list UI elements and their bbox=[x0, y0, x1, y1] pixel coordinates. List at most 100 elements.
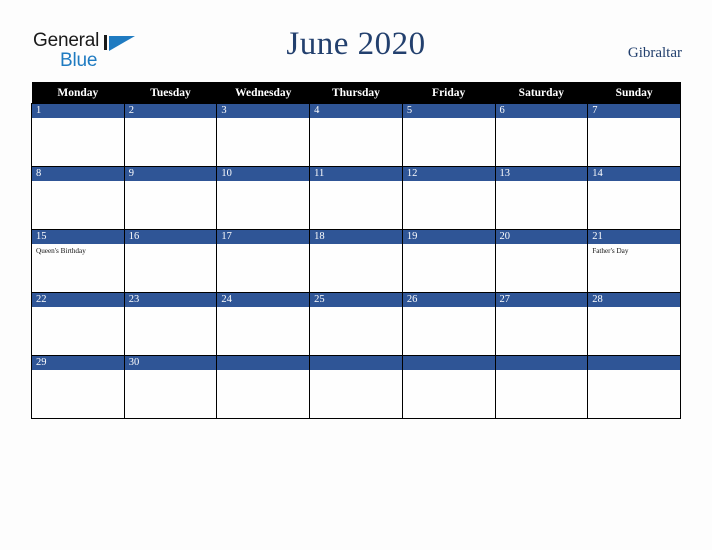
day-events: Father's Day bbox=[588, 244, 680, 256]
calendar-grid: Monday Tuesday Wednesday Thursday Friday… bbox=[31, 82, 681, 419]
day-events bbox=[125, 370, 217, 372]
calendar-day-cell[interactable] bbox=[401, 355, 496, 419]
day-number: 2 bbox=[124, 104, 217, 118]
calendar-day-cell[interactable]: 17 bbox=[216, 229, 311, 293]
weekday-header-thursday: Thursday bbox=[309, 82, 403, 104]
page-title: June 2020 bbox=[286, 26, 426, 62]
day-events bbox=[496, 118, 588, 120]
day-cell-content bbox=[495, 356, 588, 418]
calendar-day-cell[interactable]: 7 bbox=[587, 103, 681, 167]
calendar-day-cell[interactable]: 2 bbox=[123, 103, 218, 167]
calendar-day-cell[interactable]: 30 bbox=[123, 355, 218, 419]
calendar-day-cell[interactable] bbox=[587, 355, 681, 419]
day-events bbox=[32, 181, 124, 183]
calendar-day-cell[interactable]: 1 bbox=[31, 103, 125, 167]
day-cell-content bbox=[402, 356, 495, 418]
calendar-day-cell[interactable]: 16 bbox=[123, 229, 218, 293]
calendar-week-row: 29 30 bbox=[31, 355, 681, 419]
day-events bbox=[403, 181, 495, 183]
calendar-week-row: 15 Queen's Birthday 16 17 18 19 20 21 Father's D… bbox=[31, 229, 681, 293]
day-events bbox=[403, 307, 495, 309]
calendar-day-cell[interactable] bbox=[216, 355, 311, 419]
weekday-header-tuesday: Tuesday bbox=[124, 82, 217, 104]
day-cell-content: 29 bbox=[32, 356, 124, 418]
day-number: 9 bbox=[124, 167, 217, 181]
day-events bbox=[125, 244, 217, 246]
calendar-day-cell[interactable]: 27 bbox=[494, 292, 589, 356]
weekday-header-sunday: Sunday bbox=[587, 82, 681, 104]
day-number: 19 bbox=[402, 230, 495, 244]
calendar-day-cell[interactable]: 21 Father's Day bbox=[587, 229, 681, 293]
day-cell-content: 2 bbox=[124, 104, 217, 166]
calendar-day-cell[interactable]: 5 bbox=[401, 103, 496, 167]
day-events bbox=[32, 118, 124, 120]
calendar-day-cell[interactable]: 9 bbox=[123, 166, 218, 230]
calendar-week-row: 8 9 10 11 12 13 14 bbox=[31, 166, 681, 230]
day-number: 27 bbox=[495, 293, 588, 307]
calendar-day-cell[interactable]: 12 bbox=[401, 166, 496, 230]
day-number: 11 bbox=[310, 167, 402, 181]
calendar-day-cell[interactable]: 20 bbox=[494, 229, 589, 293]
day-events bbox=[125, 307, 217, 309]
day-number: 3 bbox=[217, 104, 310, 118]
day-cell-content: 21 Father's Day bbox=[588, 230, 680, 292]
calendar-day-cell[interactable]: 29 bbox=[31, 355, 125, 419]
calendar-day-cell[interactable]: 14 bbox=[587, 166, 681, 230]
day-events bbox=[217, 307, 309, 309]
calendar-day-cell[interactable]: 13 bbox=[494, 166, 589, 230]
day-cell-content: 17 bbox=[217, 230, 310, 292]
calendar-day-cell[interactable]: 10 bbox=[216, 166, 311, 230]
day-cell-content: 14 bbox=[588, 167, 680, 229]
calendar-day-cell[interactable] bbox=[309, 355, 403, 419]
calendar-day-cell[interactable]: 6 bbox=[494, 103, 589, 167]
day-number: 28 bbox=[588, 293, 680, 307]
day-number: 20 bbox=[495, 230, 588, 244]
day-number: 15 bbox=[32, 230, 124, 244]
calendar-day-cell[interactable]: 3 bbox=[216, 103, 311, 167]
calendar-day-cell[interactable]: 25 bbox=[309, 292, 403, 356]
calendar-day-cell[interactable]: 28 bbox=[587, 292, 681, 356]
day-cell-content: 26 bbox=[402, 293, 495, 355]
day-events bbox=[403, 244, 495, 246]
day-number: 29 bbox=[32, 356, 124, 370]
day-number bbox=[402, 356, 495, 370]
day-events bbox=[588, 181, 680, 183]
day-cell-content: 5 bbox=[402, 104, 495, 166]
day-events: Queen's Birthday bbox=[32, 244, 124, 256]
day-number bbox=[588, 356, 680, 370]
day-cell-content bbox=[310, 356, 402, 418]
day-number: 10 bbox=[217, 167, 310, 181]
day-cell-content: 25 bbox=[310, 293, 402, 355]
day-cell-content: 6 bbox=[495, 104, 588, 166]
day-cell-content: 22 bbox=[32, 293, 124, 355]
day-number: 6 bbox=[495, 104, 588, 118]
day-number: 22 bbox=[32, 293, 124, 307]
day-number: 26 bbox=[402, 293, 495, 307]
calendar-day-cell[interactable]: 4 bbox=[309, 103, 403, 167]
country-label: Gibraltar bbox=[627, 45, 682, 61]
day-number: 1 bbox=[32, 104, 124, 118]
day-cell-content: 10 bbox=[217, 167, 310, 229]
calendar-day-cell[interactable]: 18 bbox=[309, 229, 403, 293]
holiday-event-label: Queen's Birthday bbox=[36, 247, 86, 255]
day-cell-content: 13 bbox=[495, 167, 588, 229]
day-events bbox=[32, 307, 124, 309]
day-number: 13 bbox=[495, 167, 588, 181]
calendar-day-cell[interactable]: 11 bbox=[309, 166, 403, 230]
day-events bbox=[496, 307, 588, 309]
calendar-day-cell[interactable]: 15 Queen's Birthday bbox=[31, 229, 125, 293]
day-cell-content: 27 bbox=[495, 293, 588, 355]
calendar-day-cell[interactable]: 24 bbox=[216, 292, 311, 356]
calendar-day-cell[interactable]: 23 bbox=[123, 292, 218, 356]
weekday-header-wednesday: Wednesday bbox=[216, 82, 310, 104]
calendar-day-cell[interactable] bbox=[494, 355, 589, 419]
calendar-day-cell[interactable]: 8 bbox=[31, 166, 125, 230]
calendar-day-cell[interactable]: 22 bbox=[31, 292, 125, 356]
day-events bbox=[496, 244, 588, 246]
day-cell-content: 1 bbox=[32, 104, 124, 166]
day-number bbox=[495, 356, 588, 370]
calendar-day-cell[interactable]: 19 bbox=[401, 229, 496, 293]
day-cell-content: 3 bbox=[217, 104, 310, 166]
calendar-day-cell[interactable]: 26 bbox=[401, 292, 496, 356]
day-number: 23 bbox=[124, 293, 217, 307]
